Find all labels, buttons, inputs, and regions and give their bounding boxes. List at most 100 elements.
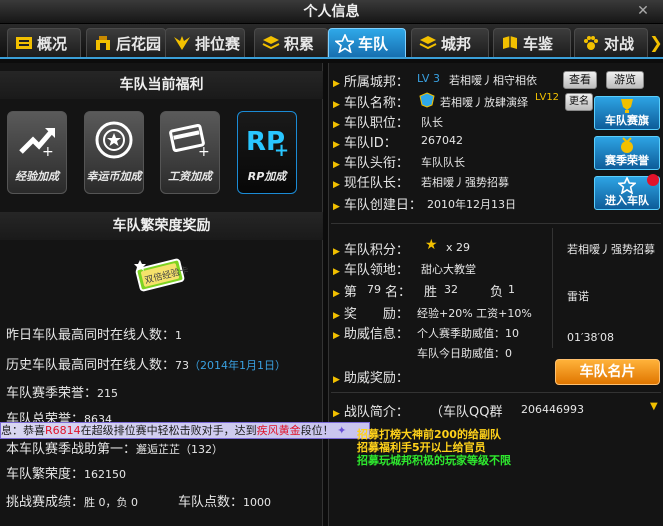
- challenge-row: 挑战赛成绩：胜 0，负 0: [6, 495, 139, 510]
- city-row: ▶ 所属城邦：: [333, 75, 409, 90]
- scroll-arrow-icon[interactable]: ▼: [650, 401, 658, 412]
- coin-icon: [85, 112, 143, 168]
- garden-icon: [93, 34, 112, 53]
- prosperity-title: 车队繁荣度奖励: [0, 212, 323, 240]
- team-card-button[interactable]: 车队名片: [555, 359, 660, 385]
- star-icon: [335, 33, 354, 53]
- team-id-row: ▶ 车队ID：: [333, 136, 397, 151]
- arrow-icon: ▶: [333, 311, 340, 321]
- arrow-icon: ▶: [333, 79, 340, 89]
- history-max-row: 历史车队最高同时在线人数：73（2014年1月1日）: [6, 358, 287, 373]
- intro-row: ▶ 战队简介：: [333, 405, 409, 420]
- notification-dot: [647, 174, 659, 186]
- yesterday-max-row: 昨日车队最高同时在线人数：1: [6, 328, 183, 343]
- arrow-icon: ▶: [333, 120, 340, 130]
- trend-up-icon: +: [8, 112, 66, 168]
- arrow-icon: ▶: [333, 267, 340, 277]
- chevron-right-icon[interactable]: ❯: [649, 30, 663, 55]
- star-score-icon: ★: [425, 237, 438, 253]
- arrow-icon: ▶: [333, 160, 340, 170]
- book-icon: [500, 34, 519, 53]
- stack-icon: [261, 34, 280, 53]
- tab-ranked[interactable]: 排位赛: [165, 28, 245, 57]
- qq-value: 206446993: [521, 403, 584, 416]
- tab-garden[interactable]: 后花园: [86, 28, 166, 57]
- tab-city[interactable]: 城邦: [411, 28, 489, 57]
- city-name: 若相嗳丿相守相依: [449, 74, 537, 87]
- tab-car-gallery[interactable]: 车鉴: [493, 28, 571, 57]
- tab-label: 车鉴: [523, 34, 554, 53]
- team-title-value: 车队队长: [421, 156, 465, 169]
- close-icon[interactable]: ✕: [635, 3, 651, 19]
- broadcast-ticker: 息：恭喜R6814在超级排位赛中轻松击败对手，达到疾风黄金段位！ ✦: [0, 422, 370, 439]
- team-name-row: ▶ 车队名称：: [333, 96, 409, 111]
- tour-button[interactable]: 游览: [606, 71, 644, 89]
- svg-text:+: +: [42, 144, 54, 158]
- view-button[interactable]: 查看: [563, 71, 597, 89]
- tab-label: 积累: [284, 34, 315, 53]
- leader-row: ▶ 现任队长：: [333, 176, 409, 191]
- leader-value: 若相嗳丿强势招募: [421, 176, 509, 189]
- overview-icon: [14, 34, 33, 53]
- rank-row: ▶ 第: [333, 285, 357, 300]
- flag-trophy-icon: [595, 97, 659, 114]
- perk-exp[interactable]: + 经验加成: [7, 111, 67, 194]
- double-exp-card-icon: 双倍经验卡: [130, 254, 190, 296]
- win-value: 32: [444, 283, 458, 296]
- arrow-icon: ▶: [333, 409, 340, 419]
- benefits-title: 车队当前福利: [0, 71, 323, 99]
- svg-text:+: +: [274, 140, 289, 158]
- side-time: 01′38′08: [567, 331, 614, 344]
- points-row: 车队点数：1000: [178, 495, 272, 510]
- window-title-bar: 个人信息 ✕: [0, 0, 663, 24]
- tab-label: 车队: [358, 34, 389, 53]
- divider: [331, 392, 661, 393]
- tab-label: 城邦: [441, 34, 472, 53]
- tab-team[interactable]: 车队: [328, 28, 406, 57]
- rp-plus-icon: RP +: [238, 112, 296, 168]
- button-label: 赛季荣誉: [605, 154, 649, 167]
- position-row: ▶ 车队职位：: [333, 116, 409, 131]
- reward-value: 经验+20% 工资+10%: [417, 307, 532, 320]
- perk-lucky-coin[interactable]: 幸运币加成: [84, 111, 144, 194]
- assist-season: 个人赛季助威值：10: [417, 327, 519, 340]
- lose-value: 1: [508, 283, 515, 296]
- medal-icon: [595, 137, 659, 154]
- paw-icon: [581, 34, 600, 53]
- button-label: 车队赛旗: [605, 114, 649, 127]
- arrow-icon: ▶: [333, 375, 340, 385]
- tab-overview[interactable]: 概况: [7, 28, 81, 57]
- layers-icon: [418, 34, 437, 53]
- created-value: 2010年12月13日: [427, 198, 516, 211]
- button-label: 进入车队: [605, 194, 649, 207]
- tab-battle[interactable]: 对战: [574, 28, 648, 57]
- prosperity-row: 车队繁荣度：162150: [6, 467, 127, 482]
- divider: [552, 228, 553, 348]
- position-value: 队长: [421, 116, 443, 129]
- arrow-icon: ▶: [333, 202, 340, 212]
- perk-label: 幸运币加成: [86, 170, 142, 183]
- season-honor-row: 车队赛季荣誉：215: [6, 386, 119, 401]
- territory-value: 甜心大教堂: [421, 263, 476, 276]
- rank-value: 79: [367, 283, 381, 296]
- wings-icon: [172, 34, 191, 53]
- arrow-icon: ▶: [333, 247, 340, 257]
- divider: [331, 223, 661, 224]
- svg-text:+: +: [198, 144, 210, 158]
- team-emblem-icon: [419, 92, 435, 108]
- season-honor-button[interactable]: 赛季荣誉: [594, 136, 660, 170]
- created-row: ▶ 车队创建日：: [333, 198, 422, 213]
- tab-label: 后花园: [116, 34, 162, 53]
- team-flag-button[interactable]: 车队赛旗: [594, 96, 660, 130]
- rename-button[interactable]: 更名: [565, 93, 593, 111]
- reward-row: ▶ 奖 励：: [333, 307, 409, 322]
- lose-label: 负: [490, 285, 504, 300]
- arrow-icon: ▶: [333, 331, 340, 341]
- tab-accumulate[interactable]: 积累: [254, 28, 328, 57]
- arrow-icon: ▶: [333, 140, 340, 150]
- arrow-icon: ▶: [333, 289, 340, 299]
- perk-salary[interactable]: + 工资加成: [160, 111, 220, 194]
- perk-rp[interactable]: RP + RP加成: [237, 111, 297, 194]
- tab-label: 概况: [37, 34, 68, 53]
- score-value: x 29: [446, 241, 471, 254]
